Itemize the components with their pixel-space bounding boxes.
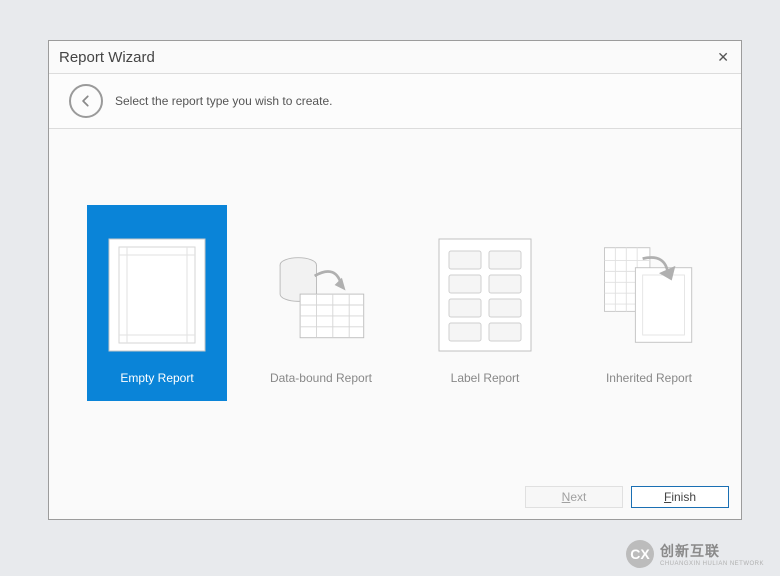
watermark: CX 创新互联 CHUANGXIN HULIAN NETWORK: [626, 540, 764, 568]
data-bound-report-icon: [271, 237, 371, 353]
report-type-options: Empty Report: [87, 205, 721, 401]
watermark-line1: 创新互联: [660, 541, 764, 561]
instruction-text: Select the report type you wish to creat…: [115, 94, 332, 108]
empty-report-icon: [107, 237, 207, 353]
report-wizard-dialog: Report Wizard ✕ Select the report type y…: [48, 40, 742, 520]
option-inherited-report[interactable]: Inherited Report: [579, 205, 719, 401]
finish-label-rest: inish: [671, 490, 696, 504]
watermark-badge: CX: [626, 540, 654, 568]
titlebar: Report Wizard ✕: [49, 41, 741, 73]
next-label-rest: ext: [570, 490, 586, 504]
option-label: Empty Report: [120, 371, 193, 385]
option-label: Label Report: [451, 371, 520, 385]
option-data-bound-report[interactable]: Data-bound Report: [251, 205, 391, 401]
option-label: Data-bound Report: [270, 371, 372, 385]
option-empty-report[interactable]: Empty Report: [87, 205, 227, 401]
next-button: Next: [525, 486, 623, 508]
option-label: Inherited Report: [606, 371, 692, 385]
inherited-report-icon: [599, 237, 699, 353]
option-label-report[interactable]: Label Report: [415, 205, 555, 401]
dialog-title: Report Wizard: [59, 49, 155, 66]
close-icon[interactable]: ✕: [717, 49, 729, 66]
label-report-icon: [435, 237, 535, 353]
finish-button[interactable]: Finish: [631, 486, 729, 508]
dialog-footer: Next Finish: [49, 475, 741, 519]
watermark-line2: CHUANGXIN HULIAN NETWORK: [660, 561, 764, 567]
back-icon[interactable]: [69, 84, 103, 118]
content-area: Empty Report: [49, 129, 741, 475]
instruction-bar: Select the report type you wish to creat…: [49, 73, 741, 129]
